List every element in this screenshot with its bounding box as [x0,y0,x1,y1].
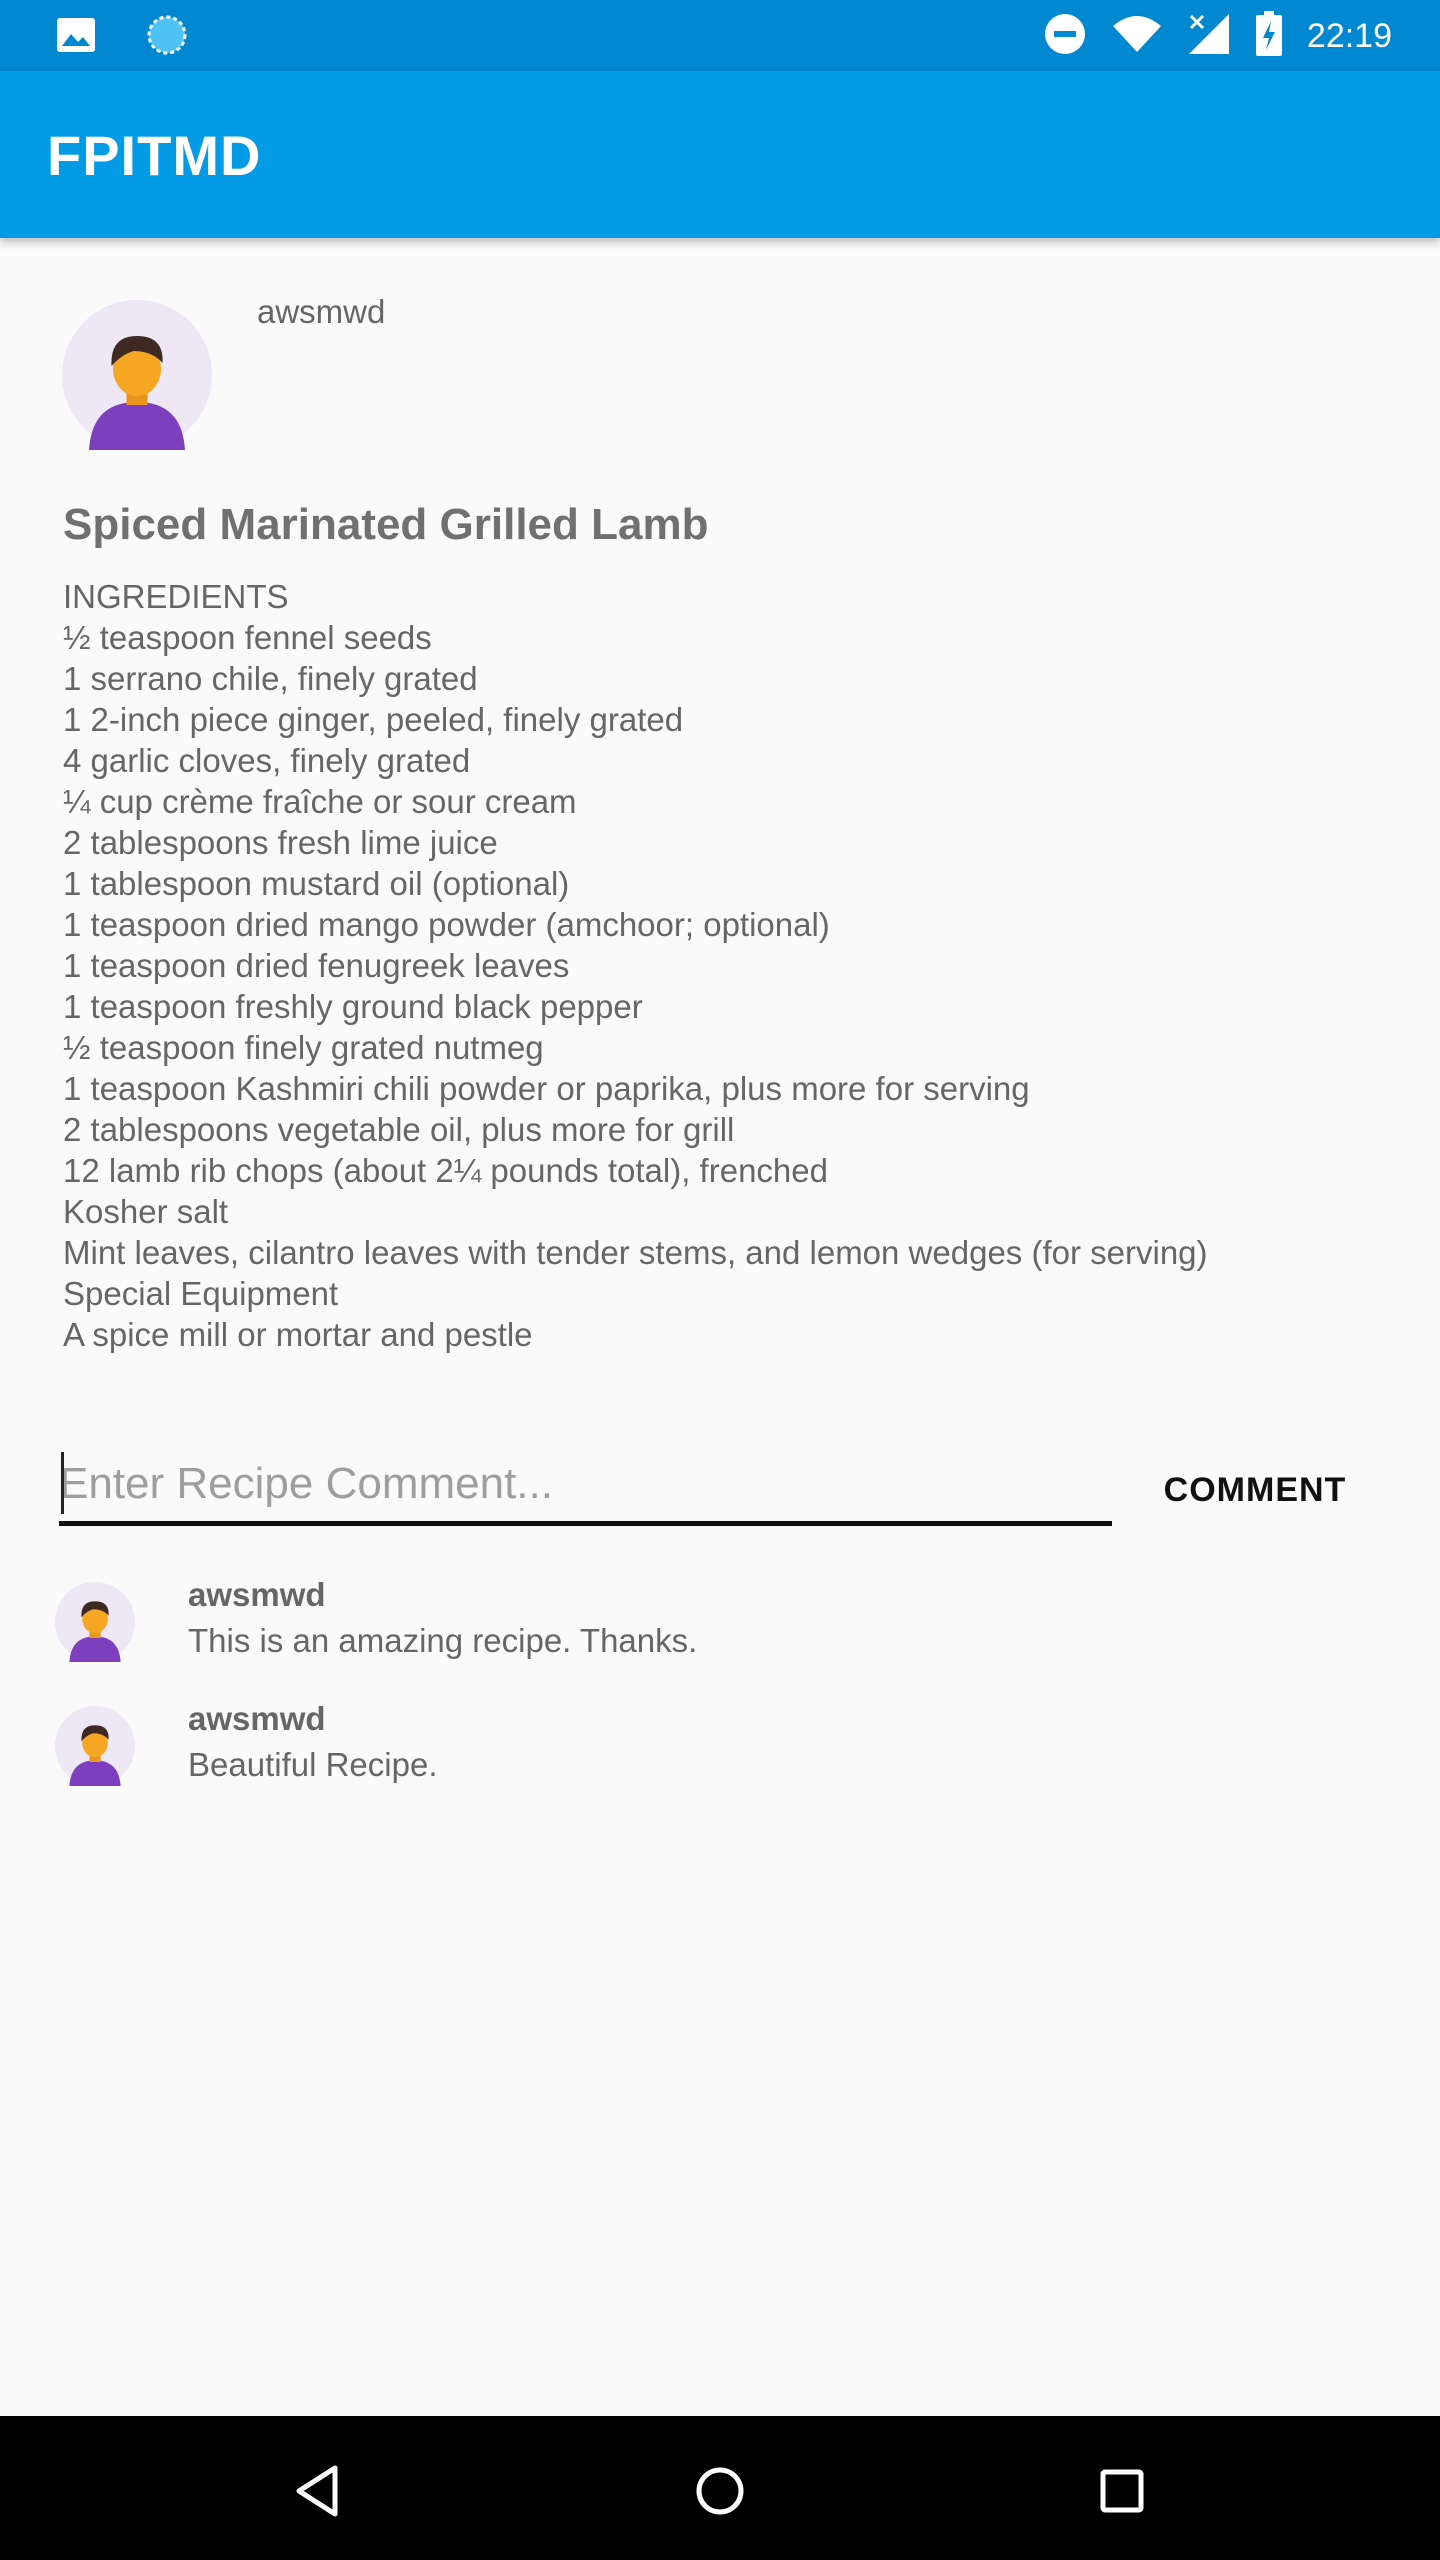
ingredient-line: 1 teaspoon freshly ground black pepper [63,988,643,1025]
ingredient-line: 1 teaspoon dried fenugreek leaves [63,947,570,984]
clock: 22:19 [1306,16,1392,55]
home-icon[interactable] [685,2456,755,2526]
comment-username: awsmwd [188,1576,326,1613]
ingredient-line: 1 teaspoon Kashmiri chili powder or papr… [63,1070,1030,1107]
ingredient-line: 1 serrano chile, finely grated [63,660,478,697]
comment-item: awsmwd Beautiful Recipe. [55,1700,1355,1796]
ingredient-line: 2 tablespoons vegetable oil, plus more f… [63,1111,735,1148]
image-icon [56,17,96,58]
comment-username: awsmwd [188,1700,326,1737]
commenter-avatar[interactable] [55,1582,135,1662]
ingredient-line: 1 tablespoon mustard oil (optional) [63,865,570,902]
ingredient-line: 1 2-inch piece ginger, peeled, finely gr… [63,701,684,738]
ingredient-line: 12 lamb rib chops (about 2¼ pounds total… [63,1152,828,1189]
ingredient-line: ¼ cup crème fraîche or sour cream [63,783,577,820]
back-icon[interactable] [283,2456,353,2526]
ingredient-line: 4 garlic cloves, finely grated [63,742,471,779]
author-name: awsmwd [257,293,386,330]
ingredients-heading: INGREDIENTS [63,578,289,615]
comment-text: Beautiful Recipe. [188,1746,438,1783]
navigation-bar [0,2416,1440,2560]
ingredient-line: Kosher salt [63,1193,229,1230]
text-cursor [61,1452,64,1514]
recents-icon[interactable] [1087,2456,1157,2526]
recipe-title: Spiced Marinated Grilled Lamb [63,500,709,549]
ingredient-line: 1 teaspoon dried mango powder (amchoor; … [63,906,830,943]
sync-icon [146,14,188,61]
app-bar: FPITMD [0,71,1440,238]
comment-text: This is an amazing recipe. Thanks. [188,1622,698,1659]
author-avatar[interactable] [62,300,212,450]
do-not-disturb-icon [1043,12,1087,61]
commenter-avatar[interactable] [55,1706,135,1786]
ingredient-line: 2 tablespoons fresh lime juice [63,824,498,861]
wifi-icon [1111,14,1163,59]
comment-input[interactable] [59,1446,1112,1526]
ingredient-line: Mint leaves, cilantro leaves with tender… [63,1234,1208,1271]
comment-item: awsmwd This is an amazing recipe. Thanks… [55,1576,1355,1672]
equipment-heading: Special Equipment [63,1275,339,1312]
comment-button[interactable]: COMMENT [1150,1460,1360,1520]
equipment-line: A spice mill or mortar and pestle [63,1316,533,1353]
ingredient-line: ½ teaspoon finely grated nutmeg [63,1029,544,1066]
battery-icon [1255,10,1283,62]
recipe-ingredients: INGREDIENTS ½ teaspoon fennel seeds 1 se… [63,576,1403,1355]
app-title: FPITMD [47,124,262,187]
status-bar: 22:19 [0,0,1440,71]
signal-icon [1187,12,1231,61]
ingredient-line: ½ teaspoon fennel seeds [63,619,432,656]
